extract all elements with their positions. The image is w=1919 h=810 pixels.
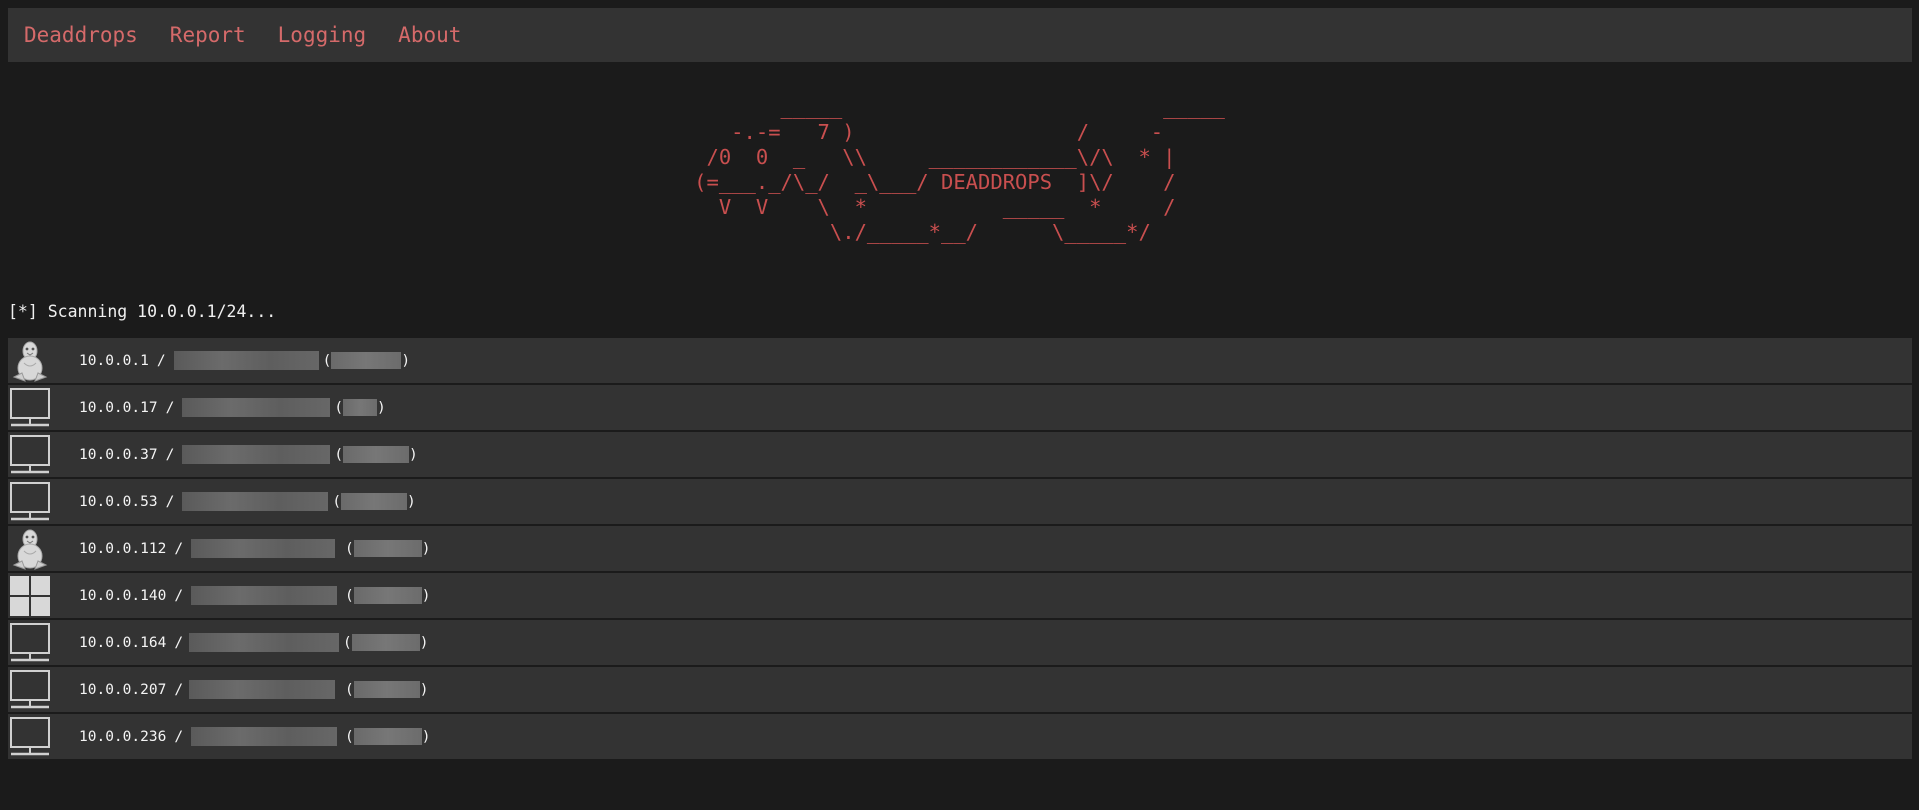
redacted-os	[353, 728, 422, 745]
close-paren: )	[407, 493, 416, 510]
open-paren: (	[345, 728, 354, 745]
host-row[interactable]: 10.0.0.53 / ( )	[8, 479, 1912, 524]
close-paren: )	[409, 446, 418, 463]
redacted-hostname	[173, 351, 319, 370]
redacted-hostname	[189, 680, 336, 699]
host-info: 10.0.0.53 / ( )	[79, 492, 416, 511]
redacted-hostname	[182, 492, 329, 511]
host-list: 10.0.0.1 / ( ) 10.0.0.17 / ( ) 10.0.0.37…	[8, 338, 1912, 761]
close-paren: )	[401, 352, 411, 369]
ip-separator: /	[174, 681, 184, 698]
redacted-hostname	[182, 398, 331, 417]
scan-status-text: [*] Scanning 10.0.0.1/24...	[8, 302, 277, 321]
open-paren: (	[334, 399, 344, 416]
close-paren: )	[421, 540, 431, 557]
open-paren: (	[334, 446, 344, 463]
open-paren: (	[343, 634, 352, 651]
linux-tux-icon	[8, 339, 52, 383]
open-paren: (	[345, 681, 354, 698]
host-ip: 10.0.0.37	[79, 446, 158, 463]
redacted-os	[331, 352, 402, 369]
host-row[interactable]: 10.0.0.112 / ( )	[8, 526, 1912, 571]
linux-tux-icon	[8, 527, 52, 571]
close-paren: )	[419, 634, 429, 651]
monitor-icon	[8, 668, 52, 712]
redacted-os	[353, 540, 422, 557]
host-info: 10.0.0.236 / ( )	[79, 727, 431, 746]
open-paren: (	[322, 352, 332, 369]
redacted-os	[351, 634, 420, 651]
monitor-icon	[8, 433, 52, 477]
ip-separator: /	[174, 634, 184, 651]
redacted-os	[343, 446, 410, 463]
nav-logging[interactable]: Logging	[278, 23, 367, 47]
host-row[interactable]: 10.0.0.236 / ( )	[8, 714, 1912, 759]
monitor-icon	[8, 386, 52, 430]
host-row[interactable]: 10.0.0.164 / ( )	[8, 620, 1912, 665]
monitor-icon	[8, 480, 52, 524]
redacted-os	[353, 681, 420, 698]
host-info: 10.0.0.1 / ( )	[79, 351, 410, 370]
monitor-icon	[8, 621, 52, 665]
ascii-banner: _____ _____ -.-= 7 ) / - /0 0 _ \\ _____…	[0, 95, 1919, 245]
host-ip: 10.0.0.1	[79, 352, 149, 369]
open-paren: (	[332, 493, 342, 510]
ip-separator: /	[156, 352, 166, 369]
close-paren: )	[419, 681, 429, 698]
windows-icon	[8, 574, 52, 618]
host-info: 10.0.0.112 / ( )	[79, 539, 431, 558]
redacted-hostname	[191, 539, 336, 558]
host-info: 10.0.0.37 / ( )	[79, 445, 418, 464]
ip-separator: /	[165, 446, 175, 463]
ip-separator: /	[174, 728, 184, 745]
host-info: 10.0.0.17 / ( )	[79, 398, 386, 417]
host-row[interactable]: 10.0.0.17 / ( )	[8, 385, 1912, 430]
redacted-os	[353, 587, 422, 604]
host-ip: 10.0.0.17	[79, 399, 158, 416]
host-ip: 10.0.0.164	[79, 634, 167, 651]
redacted-os	[343, 399, 378, 416]
open-paren: (	[345, 587, 354, 604]
redacted-os	[341, 493, 408, 510]
host-info: 10.0.0.207 / ( )	[79, 680, 429, 699]
redacted-hostname	[182, 445, 331, 464]
ip-separator: /	[174, 540, 184, 557]
host-info: 10.0.0.164 / ( )	[79, 633, 429, 652]
open-paren: (	[345, 540, 354, 557]
close-paren: )	[421, 587, 431, 604]
nav-deaddrops[interactable]: Deaddrops	[24, 23, 138, 47]
redacted-hostname	[191, 727, 338, 746]
host-ip: 10.0.0.207	[79, 681, 167, 698]
redacted-hostname	[189, 633, 340, 652]
top-navbar: Deaddrops Report Logging About	[8, 8, 1912, 62]
host-ip: 10.0.0.236	[79, 728, 167, 745]
host-ip: 10.0.0.112	[79, 540, 167, 557]
host-ip: 10.0.0.140	[79, 587, 167, 604]
monitor-icon	[8, 715, 52, 759]
host-ip: 10.0.0.53	[79, 493, 158, 510]
host-row[interactable]: 10.0.0.37 / ( )	[8, 432, 1912, 477]
nav-report[interactable]: Report	[170, 23, 246, 47]
close-paren: )	[421, 728, 431, 745]
host-info: 10.0.0.140 / ( )	[79, 586, 431, 605]
ascii-art-logo: _____ _____ -.-= 7 ) / - /0 0 _ \\ _____…	[694, 95, 1225, 244]
ip-separator: /	[174, 587, 184, 604]
nav-about[interactable]: About	[398, 23, 461, 47]
close-paren: )	[377, 399, 386, 416]
host-row[interactable]: 10.0.0.1 / ( )	[8, 338, 1912, 383]
ip-separator: /	[165, 399, 175, 416]
redacted-hostname	[191, 586, 338, 605]
host-row[interactable]: 10.0.0.140 / ( )	[8, 573, 1912, 618]
host-row[interactable]: 10.0.0.207 / ( )	[8, 667, 1912, 712]
ip-separator: /	[165, 493, 175, 510]
